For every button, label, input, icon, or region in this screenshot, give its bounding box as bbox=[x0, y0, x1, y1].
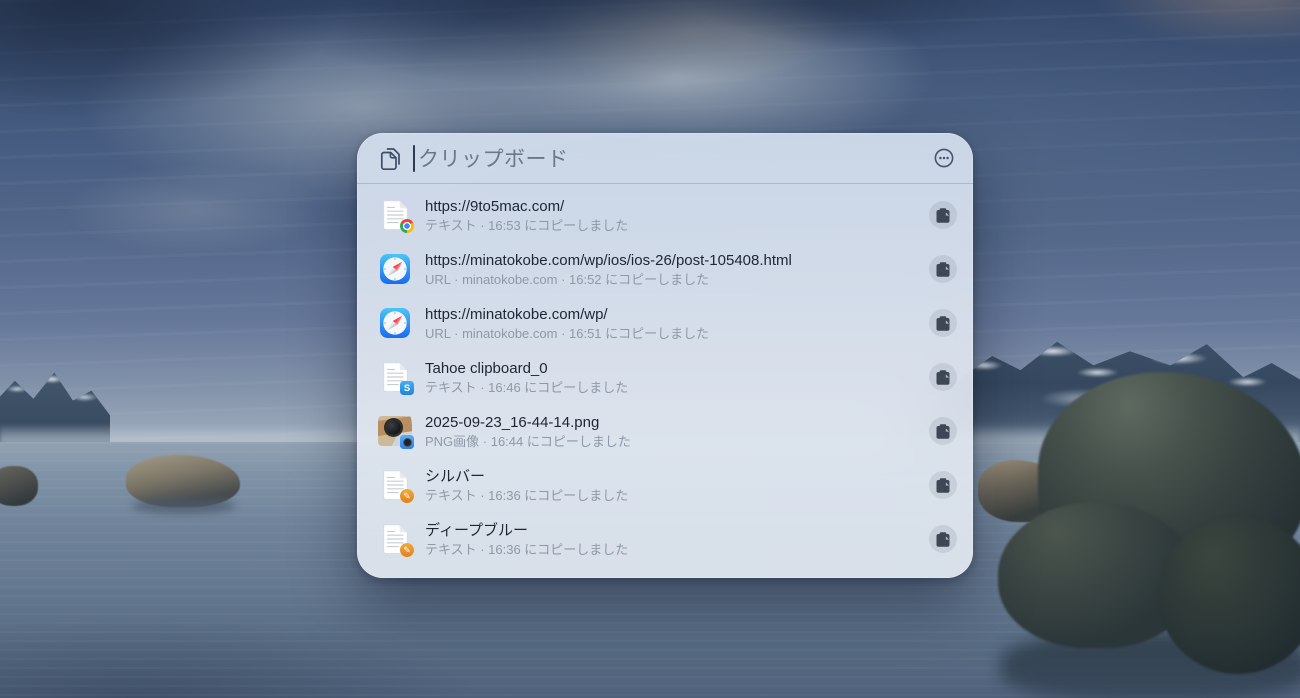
item-title: 2025-09-23_16-44-14.png bbox=[425, 413, 600, 431]
pen-badge-icon: ✎ bbox=[400, 489, 414, 503]
wallpaper-rock bbox=[282, 476, 332, 500]
copy-icon bbox=[377, 144, 404, 172]
clipboard-item[interactable]: ✎ ディープブルー テキスト · 16:36 にコピーしました bbox=[357, 512, 973, 566]
s-app-badge-icon: S bbox=[400, 381, 414, 395]
copy-item-button[interactable] bbox=[929, 309, 957, 337]
item-subtitle: テキスト · 16:36 にコピーしました bbox=[425, 541, 629, 557]
clipboard-item[interactable]: https://minatokobe.com/wp/ URL · minatok… bbox=[357, 296, 973, 350]
copy-item-button[interactable] bbox=[929, 525, 957, 553]
item-title: シルバー bbox=[425, 467, 486, 485]
thumbnail-content bbox=[386, 420, 401, 435]
item-title: https://9to5mac.com/ bbox=[425, 197, 565, 215]
copy-item-button[interactable] bbox=[929, 471, 957, 499]
wallpaper-rock bbox=[0, 466, 38, 506]
panel-header[interactable]: クリップボード bbox=[357, 133, 973, 183]
screenshot-app-badge-icon bbox=[400, 435, 414, 449]
clipboard-icon bbox=[936, 262, 950, 277]
item-subtitle: URL · minatokobe.com · 16:52 にコピーしました bbox=[425, 271, 710, 287]
safari-icon bbox=[378, 252, 412, 286]
ellipsis-circle-icon bbox=[934, 148, 954, 168]
clipboard-icon bbox=[936, 532, 950, 547]
clipboard-item[interactable]: https://9to5mac.com/ テキスト · 16:53 にコピーしま… bbox=[357, 188, 973, 242]
text-document-pen-icon: ✎ bbox=[378, 468, 414, 503]
clipboard-item[interactable]: 2025-09-23_16-44-14.png PNG画像 · 16:44 にコ… bbox=[357, 404, 973, 458]
item-subtitle: テキスト · 16:53 にコピーしました bbox=[425, 217, 629, 233]
copy-item-button[interactable] bbox=[929, 417, 957, 445]
text-cursor bbox=[413, 144, 415, 172]
item-subtitle: テキスト · 16:36 にコピーしました bbox=[425, 487, 629, 503]
clipboard-item[interactable]: ✎ コズミックオレンジ bbox=[357, 566, 973, 578]
clipboard-icon bbox=[936, 208, 950, 223]
text-document-s-icon: S bbox=[378, 360, 414, 395]
safari-icon bbox=[378, 306, 412, 340]
text-document-chrome-icon bbox=[378, 198, 414, 233]
item-subtitle: URL · minatokobe.com · 16:51 にコピーしました bbox=[425, 325, 710, 341]
desktop: クリップボード https://9to5mac.com/ テキスト · 16:5… bbox=[0, 0, 1300, 698]
clipboard-icon bbox=[936, 316, 950, 331]
item-title: https://minatokobe.com/wp/ios/ios-26/pos… bbox=[425, 251, 792, 269]
clipboard-icon bbox=[936, 424, 950, 439]
png-thumbnail-icon bbox=[378, 414, 414, 449]
clipboard-item[interactable]: S Tahoe clipboard_0 テキスト · 16:46 にコピーしまし… bbox=[357, 350, 973, 404]
copy-item-button[interactable] bbox=[929, 363, 957, 391]
clipboard-item[interactable]: https://minatokobe.com/wp/ios/ios-26/pos… bbox=[357, 242, 973, 296]
item-subtitle: テキスト · 16:46 にコピーしました bbox=[425, 379, 629, 395]
chrome-badge-icon bbox=[400, 219, 414, 233]
clipboard-icon bbox=[936, 478, 950, 493]
item-title: https://minatokobe.com/wp/ bbox=[425, 305, 608, 323]
copy-item-button[interactable] bbox=[929, 201, 957, 229]
clipboard-history-list: https://9to5mac.com/ テキスト · 16:53 にコピーしま… bbox=[357, 184, 973, 578]
item-subtitle: PNG画像 · 16:44 にコピーしました bbox=[425, 433, 631, 449]
clipboard-icon bbox=[936, 370, 950, 385]
item-title: ディープブルー bbox=[425, 521, 529, 539]
clipboard-item[interactable]: ✎ シルバー テキスト · 16:36 にコピーしました bbox=[357, 458, 973, 512]
pen-badge-icon: ✎ bbox=[400, 543, 414, 557]
copy-item-button[interactable] bbox=[929, 255, 957, 283]
wallpaper-rock-reflection bbox=[132, 498, 236, 514]
search-placeholder[interactable]: クリップボード bbox=[418, 143, 930, 173]
more-options-button[interactable] bbox=[930, 144, 958, 172]
item-title: Tahoe clipboard_0 bbox=[425, 359, 548, 377]
text-document-pen-icon: ✎ bbox=[378, 576, 412, 578]
clipboard-panel: クリップボード https://9to5mac.com/ テキスト · 16:5… bbox=[357, 133, 973, 578]
text-document-pen-icon: ✎ bbox=[378, 522, 414, 557]
